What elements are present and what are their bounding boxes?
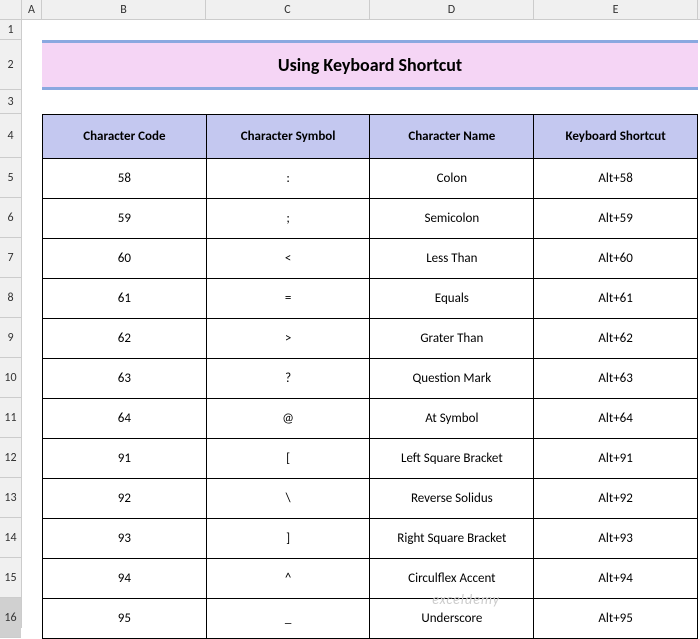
cell-name[interactable]: Question Mark — [370, 359, 534, 399]
cell-symbol[interactable]: ; — [206, 199, 370, 239]
cell-name[interactable]: Equals — [370, 279, 534, 319]
col-header-b[interactable]: B — [42, 0, 206, 19]
col-header-e[interactable]: E — [534, 0, 698, 19]
row-header-11[interactable]: 11 — [0, 398, 21, 438]
cell-name[interactable]: At Symbol — [370, 399, 534, 439]
cell-name[interactable]: Less Than — [370, 239, 534, 279]
cell-code[interactable]: 91 — [43, 439, 207, 479]
title-banner[interactable]: Using Keyboard Shortcut — [42, 40, 698, 90]
header-shortcut[interactable]: Keyboard Shortcut — [534, 115, 698, 159]
table-header-row: Character Code Character Symbol Characte… — [43, 115, 698, 159]
cell-shortcut[interactable]: Alt+92 — [534, 479, 698, 519]
cell-code[interactable]: 95 — [43, 599, 207, 639]
cell-symbol[interactable]: ] — [206, 519, 370, 559]
header-code[interactable]: Character Code — [43, 115, 207, 159]
cell-symbol[interactable]: = — [206, 279, 370, 319]
row-header-14[interactable]: 14 — [0, 518, 21, 558]
cell-code[interactable]: 93 — [43, 519, 207, 559]
table-body: 58:ColonAlt+5859;SemicolonAlt+5960<Less … — [43, 159, 698, 639]
header-symbol[interactable]: Character Symbol — [206, 115, 370, 159]
cell-shortcut[interactable]: Alt+64 — [534, 399, 698, 439]
table-row: 93]Right Square BracketAlt+93 — [43, 519, 698, 559]
col-header-d[interactable]: D — [370, 0, 534, 19]
cell-shortcut[interactable]: Alt+95 — [534, 599, 698, 639]
table-row: 59;SemicolonAlt+59 — [43, 199, 698, 239]
cell-code[interactable]: 58 — [43, 159, 207, 199]
cell-shortcut[interactable]: Alt+61 — [534, 279, 698, 319]
row-header-15[interactable]: 15 — [0, 558, 21, 598]
table-row: 64@At SymbolAlt+64 — [43, 399, 698, 439]
spacer-row — [22, 90, 700, 114]
row-header-8[interactable]: 8 — [0, 278, 21, 318]
row-header-10[interactable]: 10 — [0, 358, 21, 398]
cell-symbol[interactable]: > — [206, 319, 370, 359]
cell-symbol[interactable]: ^ — [206, 559, 370, 599]
cell-code[interactable]: 94 — [43, 559, 207, 599]
col-header-a[interactable]: A — [22, 0, 42, 19]
cell-symbol[interactable]: : — [206, 159, 370, 199]
cell-shortcut[interactable]: Alt+93 — [534, 519, 698, 559]
table-row: 58:ColonAlt+58 — [43, 159, 698, 199]
row-headers: 1 2 3 4 5 6 7 8 9 10 11 12 13 14 15 16 — [0, 0, 22, 628]
table-row: 63?Question MarkAlt+63 — [43, 359, 698, 399]
col-headers: A B C D E — [22, 0, 700, 20]
cell-symbol[interactable]: < — [206, 239, 370, 279]
cell-code[interactable]: 61 — [43, 279, 207, 319]
corner-cell[interactable] — [0, 0, 21, 20]
row-header-6[interactable]: 6 — [0, 198, 21, 238]
row-header-16[interactable]: 16 — [0, 598, 21, 638]
cell-code[interactable]: 59 — [43, 199, 207, 239]
cell-name[interactable]: Left Square Bracket — [370, 439, 534, 479]
cell-name[interactable]: Right Square Bracket — [370, 519, 534, 559]
cell-symbol[interactable]: \ — [206, 479, 370, 519]
table-row: 60<Less ThanAlt+60 — [43, 239, 698, 279]
cell-name[interactable]: Underscore — [370, 599, 534, 639]
cell-shortcut[interactable]: Alt+91 — [534, 439, 698, 479]
cell-code[interactable]: 60 — [43, 239, 207, 279]
cell-shortcut[interactable]: Alt+58 — [534, 159, 698, 199]
spreadsheet: 1 2 3 4 5 6 7 8 9 10 11 12 13 14 15 16 A… — [0, 0, 700, 628]
table-row: 95_UnderscoreAlt+95 — [43, 599, 698, 639]
cell-code[interactable]: 92 — [43, 479, 207, 519]
row-header-4[interactable]: 4 — [0, 114, 21, 158]
cell-shortcut[interactable]: Alt+62 — [534, 319, 698, 359]
cell-shortcut[interactable]: Alt+59 — [534, 199, 698, 239]
content-area: A B C D E Using Keyboard Shortcut Charac… — [22, 0, 700, 628]
cell-name[interactable]: Colon — [370, 159, 534, 199]
header-name[interactable]: Character Name — [370, 115, 534, 159]
cell-code[interactable]: 62 — [43, 319, 207, 359]
cell-name[interactable]: Reverse Solidus — [370, 479, 534, 519]
cell-shortcut[interactable]: Alt+63 — [534, 359, 698, 399]
table-row: 94^Circulflex AccentAlt+94 — [43, 559, 698, 599]
cell-shortcut[interactable]: Alt+94 — [534, 559, 698, 599]
row-header-2[interactable]: 2 — [0, 40, 21, 90]
cell-code[interactable]: 63 — [43, 359, 207, 399]
table-row: 92\Reverse SolidusAlt+92 — [43, 479, 698, 519]
cell-name[interactable]: Circulflex Accent — [370, 559, 534, 599]
cell-name[interactable]: Grater Than — [370, 319, 534, 359]
cell-symbol[interactable]: @ — [206, 399, 370, 439]
cell-name[interactable]: Semicolon — [370, 199, 534, 239]
row-header-5[interactable]: 5 — [0, 158, 21, 198]
row-header-1[interactable]: 1 — [0, 20, 21, 40]
cell-symbol[interactable]: ? — [206, 359, 370, 399]
cell-symbol[interactable]: _ — [206, 599, 370, 639]
cell-symbol[interactable]: [ — [206, 439, 370, 479]
cell-code[interactable]: 64 — [43, 399, 207, 439]
grid-area[interactable]: Using Keyboard Shortcut Character Code C… — [22, 40, 700, 639]
row-header-9[interactable]: 9 — [0, 318, 21, 358]
data-table: Character Code Character Symbol Characte… — [42, 114, 698, 639]
row-header-3[interactable]: 3 — [0, 90, 21, 114]
col-header-c[interactable]: C — [206, 0, 370, 19]
row-header-12[interactable]: 12 — [0, 438, 21, 478]
table-row: 61=EqualsAlt+61 — [43, 279, 698, 319]
cell-shortcut[interactable]: Alt+60 — [534, 239, 698, 279]
table-row: 91[Left Square BracketAlt+91 — [43, 439, 698, 479]
table-row: 62>Grater ThanAlt+62 — [43, 319, 698, 359]
row-header-13[interactable]: 13 — [0, 478, 21, 518]
row-header-7[interactable]: 7 — [0, 238, 21, 278]
